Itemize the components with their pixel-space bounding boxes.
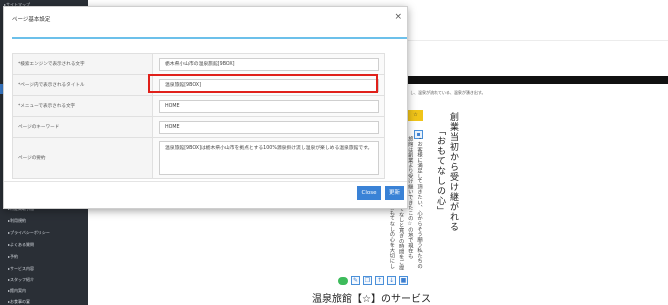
sidebar-item[interactable]: ▸スタッフ紹介 <box>8 277 34 283</box>
services-heading: 温泉旅館【☆】のサービス <box>312 294 431 305</box>
section-heading-line-2: 「おもてなしの心」 <box>435 126 445 216</box>
form-row: ページの要約 温泉旅館[9BOX]は栃木県小山市を拠点とする100%源泉掛け流し… <box>12 137 385 179</box>
sidebar-item[interactable]: ▸利用規約 <box>8 218 26 224</box>
modal-header-divider <box>12 37 407 39</box>
sidebar-item[interactable]: ▸館内案内 <box>8 288 26 294</box>
seo-title-label: *検索エンジンで表示される文字 <box>12 53 153 75</box>
settings-form: *検索エンジンで表示される文字 栃木県小山市の温泉旅館[9BOX] *ページ内で… <box>12 53 385 179</box>
delete-icon[interactable]: ■ <box>399 276 408 285</box>
yellow-edit-button[interactable]: ☆ <box>408 110 423 121</box>
description-textarea[interactable]: 温泉旅館[9BOX]は栃木県小山市を拠点とする100%源泉掛け流し温泉が楽しめる… <box>159 141 379 175</box>
sidebar-item[interactable]: ▸よくある質問 <box>8 242 34 248</box>
form-row: *検索エンジンで表示される文字 栃木県小山市の温泉旅館[9BOX] <box>12 53 385 75</box>
update-button[interactable]: 更新 <box>385 186 404 200</box>
sidebar-item[interactable]: ▸お食事の宴 <box>8 299 30 305</box>
form-row: *ページ内で表示されるタイトル 温泉旅館[9BOX] <box>12 74 385 96</box>
form-row: ページのキーワード HOME <box>12 116 385 138</box>
arrow-down-icon[interactable]: ↓ <box>387 276 396 285</box>
sidebar-item[interactable]: ▸サービス内容 <box>8 266 34 272</box>
keywords-input[interactable]: HOME <box>159 120 379 134</box>
preview-nav-bar <box>408 76 668 84</box>
page-title-input[interactable]: 温泉旅館[9BOX] <box>159 78 379 92</box>
visibility-toggle[interactable] <box>338 277 348 285</box>
copy-icon[interactable]: ❐ <box>363 276 372 285</box>
modal-title: ページ基本設定 <box>12 17 51 23</box>
preview-strip-text: し、温泉が流れている、温泉が湧き出す。 <box>410 90 486 95</box>
divider <box>408 40 668 41</box>
keywords-label: ページのキーワード <box>12 116 153 138</box>
sidebar-item[interactable]: ▸予約 <box>8 254 18 260</box>
modal-footer-divider <box>4 181 407 182</box>
menu-text-label: *メニューで表示される文字 <box>12 95 153 117</box>
seo-title-input[interactable]: 栃木県小山市の温泉旅館[9BOX] <box>159 57 379 71</box>
sidebar-item[interactable]: ▸プライバシーポリシー <box>8 230 50 236</box>
page-title-label: *ページ内で表示されるタイトル <box>12 74 153 96</box>
form-row: *メニューで表示される文字 HOME <box>12 95 385 117</box>
block-toolbar: ✎ ❐ ↑ ↓ ■ <box>338 276 408 286</box>
close-button[interactable]: Close <box>357 186 381 200</box>
page-settings-modal: ページ基本設定 × *検索エンジンで表示される文字 栃木県小山市の温泉旅館[9B… <box>3 6 408 209</box>
menu-text-input[interactable]: HOME <box>159 99 379 113</box>
section-heading-line-1: 創業当初から受け継がれる <box>448 112 458 232</box>
close-icon[interactable]: × <box>394 12 402 22</box>
arrow-up-icon[interactable]: ↑ <box>375 276 384 285</box>
edit-icon[interactable]: ✎ <box>351 276 360 285</box>
description-label: ページの要約 <box>12 137 153 179</box>
